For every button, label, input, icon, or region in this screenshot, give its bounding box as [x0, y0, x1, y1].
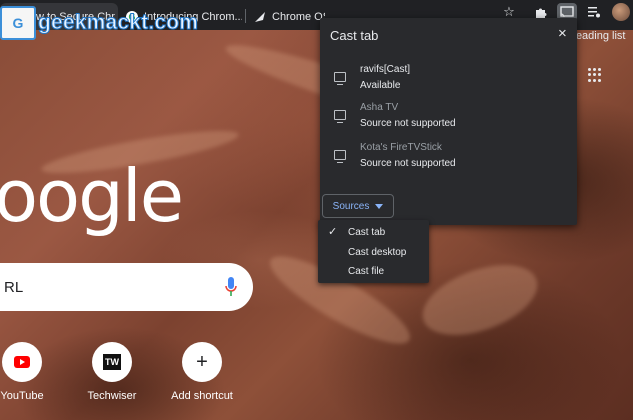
- cast-sink-kotas-firetvstick: Kota's FireTVStick Source not supported: [320, 140, 577, 176]
- search-box[interactable]: RL: [0, 263, 253, 311]
- playlist-icon[interactable]: [585, 3, 603, 21]
- watermark-box: G: [0, 6, 36, 40]
- youtube-icon: [2, 342, 42, 382]
- sink-name: Kota's FireTVStick: [360, 142, 442, 153]
- menu-item-cast-tab[interactable]: ✓ Cast tab: [318, 222, 429, 242]
- sink-status: Source not supported: [360, 118, 456, 129]
- watermark-text: geekmackt.com: [37, 11, 199, 35]
- sink-status: Available: [360, 80, 401, 91]
- sources-menu: ✓ Cast tab Cast desktop Cast file: [318, 220, 429, 283]
- tv-icon: [334, 110, 346, 123]
- add-icon: +: [182, 342, 222, 382]
- shortcut-label: YouTube: [0, 390, 44, 402]
- shortcut-youtube[interactable]: YouTube: [0, 342, 62, 402]
- sink-name: ravifs[Cast]: [360, 64, 411, 75]
- tv-icon: [334, 72, 346, 85]
- chevron-down-icon: [375, 203, 384, 209]
- shortcut-add[interactable]: + Add shortcut: [162, 342, 242, 402]
- cast-dialog-title: Cast tab: [330, 28, 379, 43]
- sources-button[interactable]: Sources: [322, 194, 394, 218]
- mic-icon[interactable]: [225, 277, 237, 297]
- cast-dialog: Cast tab × ravifs[Cast] Available Asha T…: [320, 18, 577, 225]
- tab-chrome-os[interactable]: Chrome OS: [250, 3, 325, 30]
- watermark-logo: G geekmackt.com: [0, 4, 198, 42]
- shortcut-label: Techwiser: [87, 390, 137, 402]
- cast-sink-asha-tv: Asha TV Source not supported: [320, 100, 577, 136]
- sink-name: Asha TV: [360, 102, 399, 113]
- menu-item-cast-file[interactable]: Cast file: [318, 261, 429, 281]
- search-placeholder: RL: [4, 278, 24, 296]
- avatar[interactable]: [612, 3, 630, 21]
- cast-sink-ravifs[interactable]: ravifs[Cast] Available: [320, 62, 577, 98]
- shortcut-techwiser[interactable]: TW Techwiser: [72, 342, 152, 402]
- sources-label: Sources: [332, 200, 370, 212]
- shortcut-label: Add shortcut: [171, 390, 233, 402]
- menu-item-cast-desktop[interactable]: Cast desktop: [318, 242, 429, 262]
- apps-grid-icon[interactable]: [588, 68, 602, 82]
- tab-label: Chrome OS: [272, 10, 325, 23]
- close-icon[interactable]: ×: [558, 25, 567, 42]
- google-logo: oogle: [0, 154, 184, 238]
- tv-icon: [334, 150, 346, 163]
- checkmark-icon: ✓: [328, 226, 338, 238]
- sink-status: Source not supported: [360, 158, 456, 169]
- cursor-arrow-icon: [254, 11, 266, 23]
- techwiser-icon: TW: [92, 342, 132, 382]
